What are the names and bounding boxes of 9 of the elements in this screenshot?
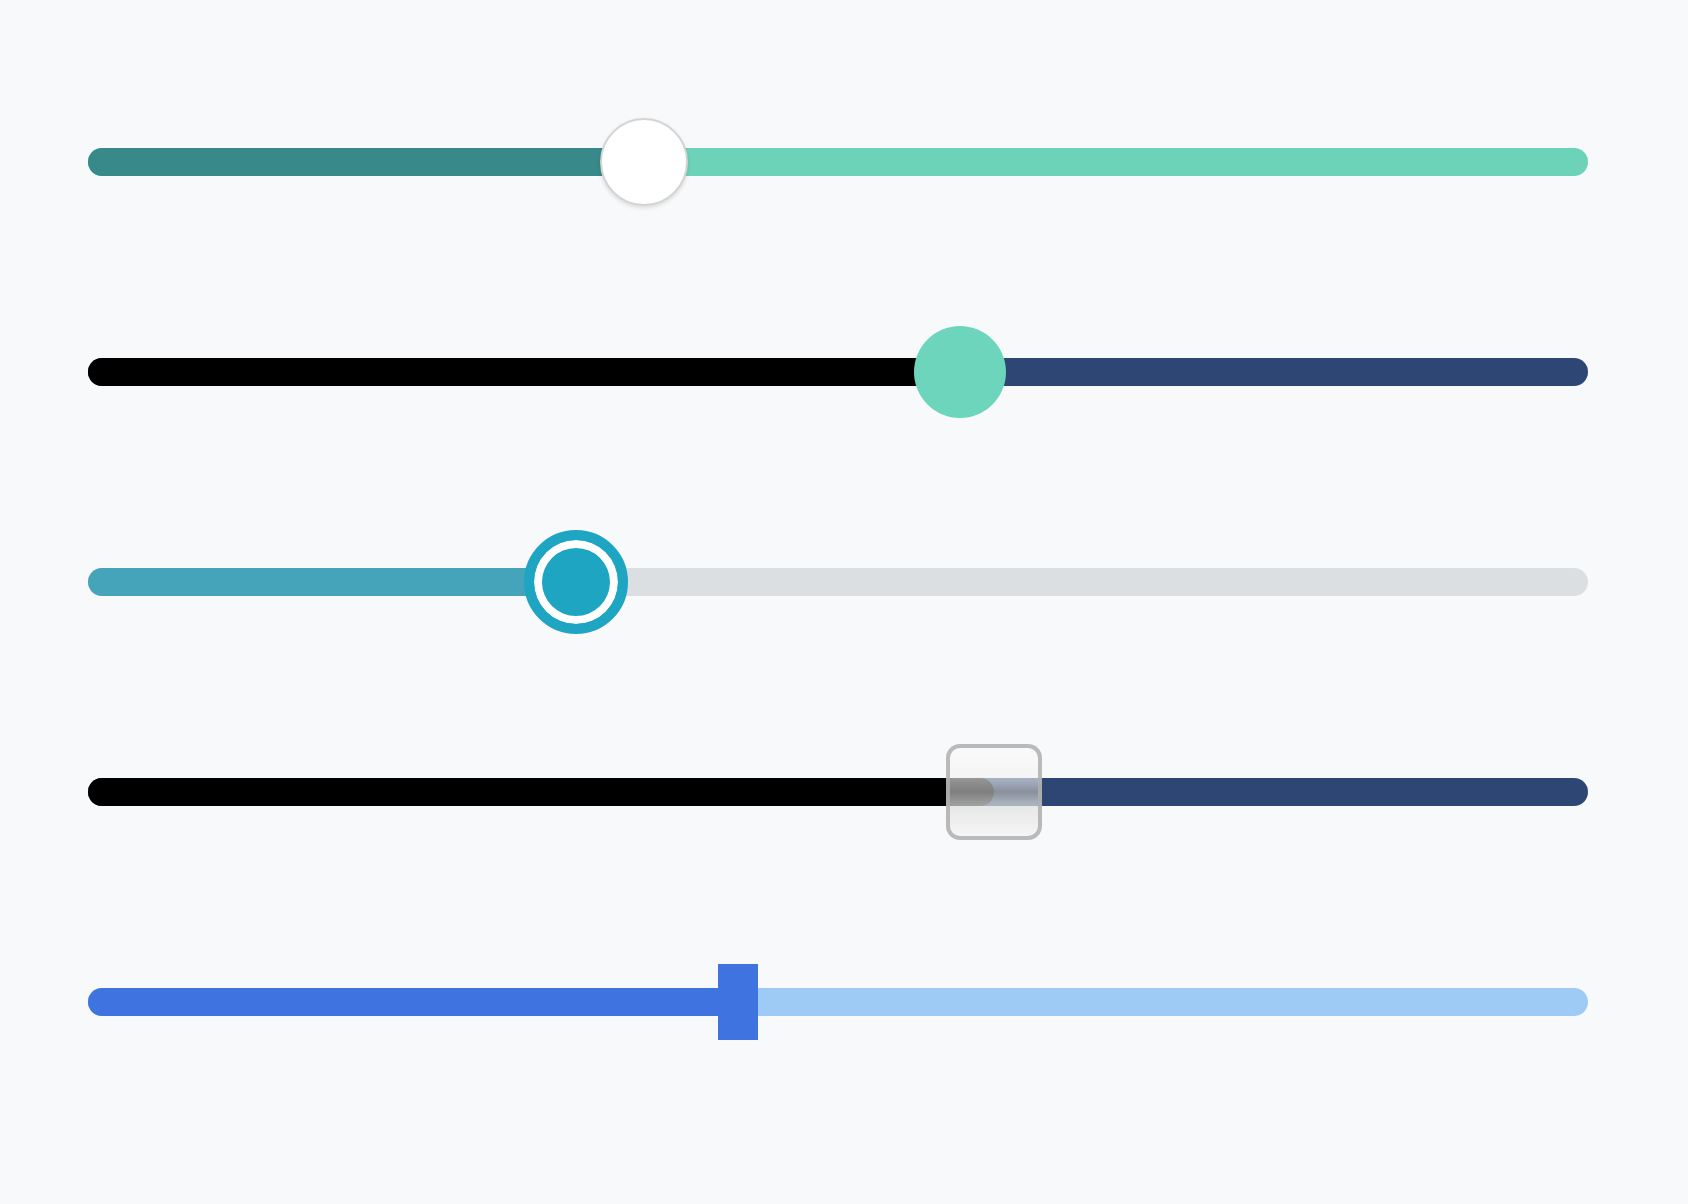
- slider-track[interactable]: [88, 117, 1588, 205]
- slider-thumb[interactable]: [946, 743, 1042, 839]
- slider-thumb[interactable]: [600, 117, 689, 205]
- slider-track[interactable]: [88, 741, 1588, 841]
- slider-track[interactable]: [88, 325, 1588, 417]
- slider-thumb[interactable]: [913, 325, 1006, 417]
- slider-track[interactable]: [88, 529, 1588, 633]
- slider-track[interactable]: [88, 963, 1588, 1039]
- slider-thumb[interactable]: [717, 963, 758, 1039]
